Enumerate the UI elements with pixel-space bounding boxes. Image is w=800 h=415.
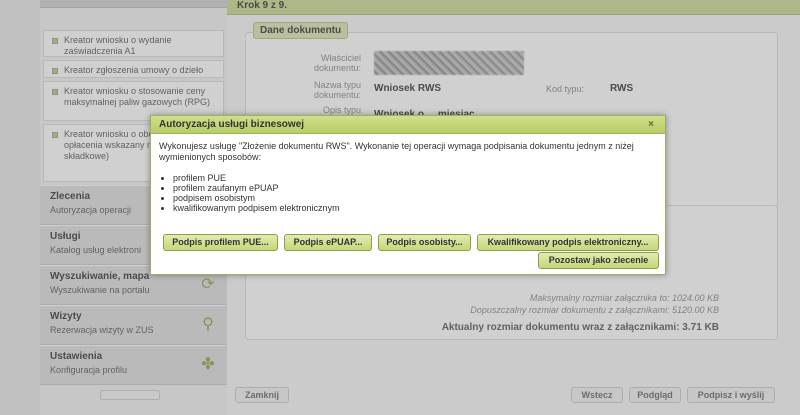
signing-methods-list: profilem PUE profilem zaufanym ePUAP pod… (173, 173, 657, 213)
sign-epuap-button[interactable]: Podpis ePUAP... (284, 234, 372, 251)
method-item: kwalifikowanym podpisem elektronicznym (173, 203, 657, 213)
sign-pue-button[interactable]: Podpis profilem PUE... (163, 234, 278, 251)
dialog-title: Autoryzacja usługi biznesowej (159, 119, 305, 130)
method-item: podpisem osobistym (173, 193, 657, 203)
method-item: profilem PUE (173, 173, 657, 183)
leave-as-order-button[interactable]: Pozostaw jako zlecenie (538, 252, 659, 269)
sign-personal-button[interactable]: Podpis osobisty... (378, 234, 471, 251)
sign-qualified-button[interactable]: Kwalifikowany podpis elektroniczny... (477, 234, 659, 251)
authorization-dialog: Autoryzacja usługi biznesowej × Wykonuje… (150, 115, 666, 275)
dialog-body: Wykonujesz usługę "Złożenie dokumentu RW… (151, 134, 665, 220)
dialog-title-bar: Autoryzacja usługi biznesowej × (151, 116, 665, 134)
dialog-message: Wykonujesz usługę "Złożenie dokumentu RW… (159, 141, 634, 162)
method-item: profilem zaufanym ePUAP (173, 183, 657, 193)
close-icon[interactable]: × (645, 119, 657, 131)
